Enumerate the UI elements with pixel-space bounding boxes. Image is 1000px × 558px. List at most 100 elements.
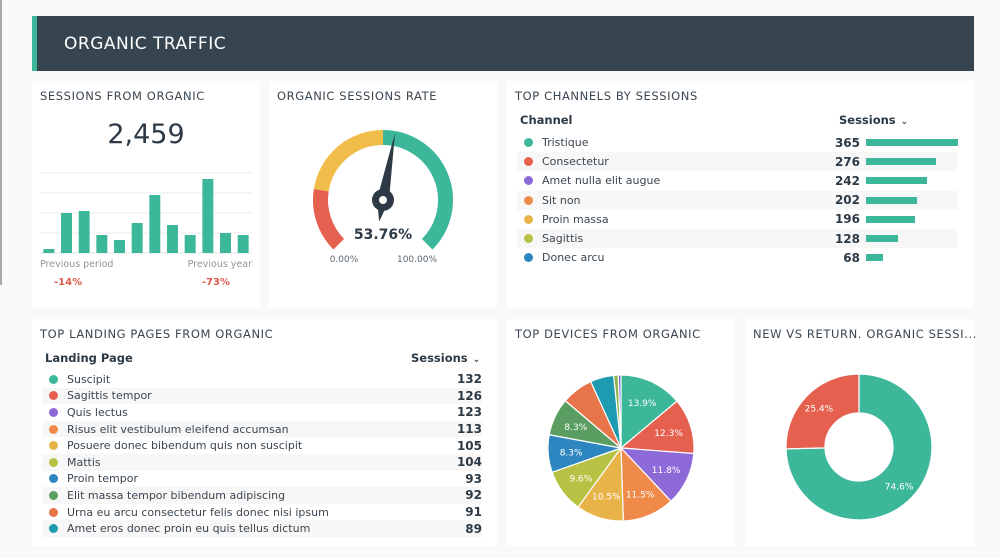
legend-dot-icon [524, 157, 533, 167]
devices-pie-chart: 13.9% 12.3% 11.8% 11.5% 10.5%9.6% 8.3% 8.3% [547, 374, 695, 522]
legend-dot-icon [49, 407, 58, 417]
sessions-bar [237, 235, 249, 253]
window-edge [0, 0, 2, 285]
row-value: 68 [843, 250, 860, 265]
sessions-header-label: Sessions [839, 113, 896, 127]
landing-page-column-header: Landing Page [45, 351, 133, 365]
devices-card: TOP DEVICES FROM ORGANIC 13.9% 12.3% 11.8%… [507, 319, 735, 546]
sessions-bar [220, 233, 231, 253]
table-row[interactable]: Mattis 104 [42, 454, 482, 471]
needle-hub-center [379, 196, 387, 204]
chevron-down-icon: ⌄ [472, 355, 481, 365]
row-label: Sagittis tempor [67, 389, 152, 403]
row-label: Consectetur [542, 155, 609, 169]
legend-dot-icon [49, 424, 58, 434]
row-value: 202 [834, 193, 860, 208]
row-value: 104 [456, 455, 482, 470]
legend-dot-icon [49, 391, 58, 401]
slice-label: 8.3% [564, 423, 587, 433]
sessions-sort-header[interactable]: Sessions ⌄ [411, 351, 480, 365]
sessions-value: 2,459 [107, 119, 185, 150]
row-label: Proin tempor [67, 472, 139, 486]
gauge-value: 53.76% [354, 227, 412, 243]
sessions-card: SESSIONS FROM ORGANIC 2,459 Previous per… [32, 81, 260, 308]
row-label: Quis lectus [67, 405, 128, 419]
legend-dot-icon [49, 490, 58, 500]
legend-dot-icon [49, 507, 58, 517]
table-row[interactable]: Proin massa 196 [517, 210, 958, 229]
row-value: 105 [456, 438, 482, 453]
sessions-bar [96, 235, 108, 253]
slice-label: 13.9% [628, 399, 657, 409]
table-row[interactable]: Amet eros donec proin eu quis tellus dic… [42, 520, 482, 537]
table-row[interactable]: Consectetur 276 [517, 152, 958, 172]
row-value: 123 [456, 405, 482, 420]
session-bar [866, 235, 899, 243]
gauge-card: ORGANIC SESSIONS RATE 53.76% 0.00% 100.0… [269, 81, 497, 308]
row-label: Amet nulla elit augue [542, 174, 661, 188]
row-label: Proin massa [542, 212, 609, 226]
previous-year-label: Previous year [187, 259, 252, 270]
card-title: SESSIONS FROM ORGANIC [40, 89, 205, 103]
table-row[interactable]: Elit massa tempor bibendum adipiscing 92 [42, 487, 482, 504]
row-label: Donec arcu [542, 251, 605, 265]
table-row[interactable]: Posuere donec bibendum quis non suscipit… [42, 437, 482, 454]
legend-dot-icon [49, 441, 58, 451]
row-value: 126 [456, 388, 482, 403]
slice-label: 74.6% [885, 483, 914, 493]
row-value: 92 [465, 488, 482, 503]
new-vs-return-donut-chart: 74.6% 25.4% [785, 373, 933, 521]
legend-dot-icon [49, 474, 58, 484]
slice-label: 11.8% [652, 466, 681, 476]
sessions-bar-chart [40, 172, 252, 254]
row-value: 91 [465, 505, 482, 520]
sessions-bar [202, 179, 214, 253]
table-row[interactable]: Urna eu arcu consectetur felis donec nis… [42, 504, 482, 521]
new-vs-return-card: NEW VS RETURN. ORGANIC SESSI... 74.6% 25.… [745, 319, 976, 546]
session-bar [866, 158, 936, 166]
row-value: 128 [834, 231, 860, 246]
session-bar [866, 215, 916, 223]
table-row[interactable]: Suscipit 132 [42, 371, 482, 388]
table-row[interactable]: Proin tempor 93 [42, 471, 482, 488]
table-row[interactable]: Risus elit vestibulum eleifend accumsan 1… [42, 420, 482, 438]
legend-dot-icon [49, 374, 58, 384]
slice-label: 11.5% [626, 491, 655, 501]
card-title: TOP LANDING PAGES FROM ORGANIC [40, 327, 274, 341]
sessions-bar [131, 223, 143, 253]
channels-card: TOP CHANNELS BY SESSIONS Channel Session… [507, 81, 974, 308]
row-value: 132 [456, 372, 482, 387]
table-row[interactable]: Donec arcu 68 [517, 248, 958, 267]
row-label: Posuere donec bibendum quis non suscipit [67, 439, 303, 453]
table-row[interactable]: Quis lectus 123 [42, 404, 482, 421]
row-label: Elit massa tempor bibendum adipiscing [67, 488, 286, 502]
legend-dot-icon [49, 524, 58, 534]
slice-label: 25.4% [805, 404, 834, 414]
legend-dot-icon [524, 176, 533, 186]
table-row[interactable]: Sit non 202 [517, 190, 958, 210]
row-label: Sit non [542, 193, 581, 207]
table-row[interactable]: Sagittis tempor 126 [42, 387, 482, 405]
row-value: 365 [834, 135, 860, 150]
slice-label: 12.3% [654, 429, 683, 439]
legend-dot-icon [524, 138, 533, 148]
gauge-band [313, 189, 345, 250]
row-value: 196 [834, 212, 860, 227]
row-label: Mattis [67, 455, 101, 469]
table-row[interactable]: Sagittis 128 [517, 229, 958, 249]
sessions-bar [43, 249, 55, 253]
slice-label: 9.6% [569, 474, 592, 484]
sessions-sort-header[interactable]: Sessions ⌄ [839, 113, 908, 127]
sessions-bar [78, 211, 90, 253]
row-label: Tristique [542, 136, 589, 150]
sessions-bar [114, 240, 125, 253]
table-row[interactable]: Tristique 365 [517, 133, 958, 152]
row-value: 89 [465, 521, 482, 536]
session-bar [866, 254, 884, 262]
section-header: ORGANIC TRAFFIC [32, 16, 974, 71]
landing-pages-card: TOP LANDING PAGES FROM ORGANIC Landing P… [32, 319, 497, 546]
table-row[interactable]: Amet nulla elit augue 242 [517, 171, 958, 190]
sessions-bar [167, 225, 178, 253]
section-title: ORGANIC TRAFFIC [64, 34, 227, 54]
gauge-needle [372, 133, 395, 222]
